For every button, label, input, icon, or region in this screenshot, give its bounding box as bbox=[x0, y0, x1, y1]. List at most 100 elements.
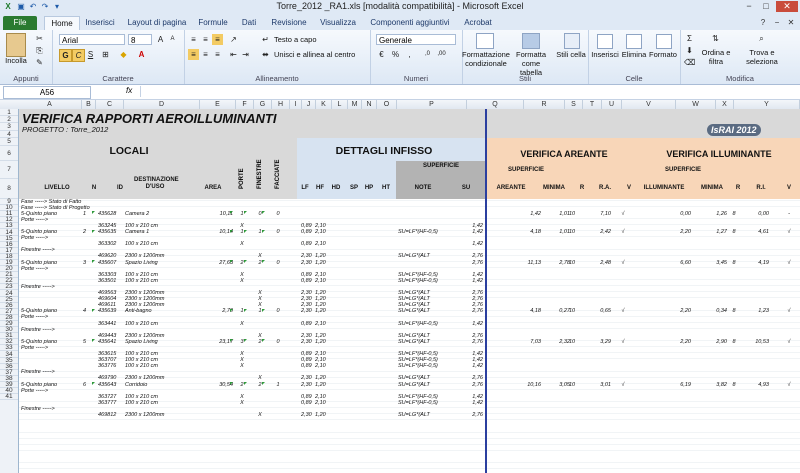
column-header-B[interactable]: B bbox=[82, 100, 96, 109]
column-header-E[interactable]: E bbox=[200, 100, 236, 109]
cell-r11-E[interactable]: 10,11 bbox=[197, 211, 233, 217]
cell-r27-K[interactable]: 1,20 bbox=[315, 308, 331, 314]
column-header-U[interactable]: U bbox=[602, 100, 622, 109]
cell-r39-RA[interactable]: 3,01 bbox=[583, 382, 611, 388]
decrease-decimal-icon[interactable]: ,00 bbox=[436, 49, 447, 60]
cell-r32-J[interactable]: 2,30 bbox=[301, 339, 315, 345]
cell-r14-V[interactable]: √ bbox=[618, 229, 628, 235]
cell-r19-V[interactable]: √ bbox=[618, 260, 628, 266]
cell-r28-A[interactable]: Porte -----> bbox=[21, 314, 81, 320]
align-middle-icon[interactable]: ≡ bbox=[200, 34, 211, 45]
thousands-icon[interactable]: , bbox=[404, 49, 415, 60]
cell-r17-A[interactable]: Finestre -----> bbox=[21, 247, 81, 253]
tab-layout[interactable]: Layout di pagina bbox=[124, 16, 190, 30]
cell-r14-R[interactable]: 10 bbox=[567, 229, 577, 235]
cell-r39-H[interactable]: 1 bbox=[273, 382, 283, 388]
cell-r18-C[interactable]: 469620 bbox=[98, 253, 122, 259]
cell-r11-Rm[interactable]: 1,01 bbox=[524, 211, 570, 217]
cell-r11-H[interactable]: 0 bbox=[273, 211, 283, 217]
cell-r26-G[interactable]: X bbox=[255, 302, 265, 308]
shrink-font-icon[interactable]: A bbox=[167, 34, 178, 45]
cell-r39-A[interactable]: 5-Quinto piano bbox=[21, 382, 81, 388]
cell-r26-P[interactable]: 2,76 bbox=[449, 302, 483, 308]
cell-r36-P[interactable]: 1,42 bbox=[449, 363, 483, 369]
cell-r32-V[interactable]: √ bbox=[618, 339, 628, 345]
cell-r42-K[interactable]: 2,10 bbox=[315, 400, 331, 406]
cell-r39-V[interactable]: √ bbox=[618, 382, 628, 388]
fill-color-icon[interactable]: ◆ bbox=[118, 49, 129, 60]
cell-r10-A[interactable]: Fase -----> Stato di Progetto bbox=[21, 205, 90, 211]
cell-r27-Y[interactable]: 1,23 bbox=[739, 308, 769, 314]
cell-r42-P[interactable]: 1,42 bbox=[449, 400, 483, 406]
cell-r34-C[interactable]: 363615 bbox=[98, 351, 122, 357]
cell-r27-J[interactable]: 2,30 bbox=[301, 308, 315, 314]
insert-cells-button[interactable]: Inserisci bbox=[590, 50, 620, 59]
cell-r27-E[interactable]: 2,70 bbox=[197, 308, 233, 314]
help-icon[interactable]: ? bbox=[758, 18, 768, 28]
cell-r32-RA[interactable]: 3,29 bbox=[583, 339, 611, 345]
row-header-3[interactable]: 3 bbox=[0, 123, 18, 131]
cell-r14-Rm[interactable]: 1,01 bbox=[524, 229, 570, 235]
column-header-Q[interactable]: Q bbox=[467, 100, 524, 109]
cell-r38-K[interactable]: 1,20 bbox=[315, 375, 331, 381]
cell-r22-F[interactable]: X bbox=[237, 278, 247, 284]
cell-r25-D[interactable]: 2300 x 1200mm bbox=[125, 296, 195, 302]
cell-r35-J[interactable]: 0,89 bbox=[301, 357, 315, 363]
cell-r13-K[interactable]: 2,10 bbox=[315, 223, 331, 229]
cell-r14-Z[interactable]: √ bbox=[784, 229, 794, 235]
cell-r31-P[interactable]: 2,76 bbox=[449, 333, 483, 339]
format-cells-icon[interactable] bbox=[656, 34, 672, 49]
tab-home[interactable]: Home bbox=[44, 16, 80, 31]
cell-r27-R[interactable]: 10 bbox=[567, 308, 577, 314]
column-header-C[interactable]: C bbox=[96, 100, 124, 109]
cell-r19-RA[interactable]: 2,48 bbox=[583, 260, 611, 266]
align-right-icon[interactable]: ≡ bbox=[212, 49, 223, 60]
column-header-N[interactable]: N bbox=[362, 100, 377, 109]
cell-r29-F[interactable]: X bbox=[237, 321, 247, 327]
cell-r40-A[interactable]: Porte -----> bbox=[21, 388, 81, 394]
cell-r32-R[interactable]: 10 bbox=[567, 339, 577, 345]
cell-r24-K[interactable]: 1,20 bbox=[315, 290, 331, 296]
cell-r27-V[interactable]: √ bbox=[618, 308, 628, 314]
tab-file[interactable]: File bbox=[3, 16, 37, 30]
cell-r34-J[interactable]: 0,89 bbox=[301, 351, 315, 357]
cell-r41-D[interactable]: 100 x 210 cm bbox=[125, 394, 195, 400]
cell-r42-C[interactable]: 363777 bbox=[98, 400, 122, 406]
cell-r11-Z[interactable]: - bbox=[784, 211, 794, 217]
cell-r13-P[interactable]: 1,42 bbox=[449, 223, 483, 229]
number-format-combo[interactable]: Generale bbox=[376, 34, 456, 45]
cell-r27-P[interactable]: 2,76 bbox=[449, 308, 483, 314]
cell-r19-U[interactable]: 6,60 bbox=[649, 260, 691, 266]
cell-r35-C[interactable]: 363707 bbox=[98, 357, 122, 363]
cell-r31-K[interactable]: 1,20 bbox=[315, 333, 331, 339]
cell-r32-P[interactable]: 2,76 bbox=[449, 339, 483, 345]
cell-r29-C[interactable]: 363441 bbox=[98, 321, 122, 327]
format-table-button[interactable]: Formatta come tabella bbox=[510, 50, 552, 77]
cell-r27-D[interactable]: Anti-bagno bbox=[125, 308, 195, 314]
cell-r31-G[interactable]: X bbox=[255, 333, 265, 339]
cell-r19-Rm[interactable]: 2,78 bbox=[524, 260, 570, 266]
cell-r35-K[interactable]: 2,10 bbox=[315, 357, 331, 363]
cell-r11-A[interactable]: 5-Quinto piano bbox=[21, 211, 81, 217]
cell-r22-C[interactable]: 363501 bbox=[98, 278, 122, 284]
name-box[interactable]: A56 bbox=[3, 86, 91, 99]
cell-r35-P[interactable]: 1,42 bbox=[449, 357, 483, 363]
conditional-format-icon[interactable] bbox=[476, 33, 494, 49]
cell-r26-K[interactable]: 1,20 bbox=[315, 302, 331, 308]
merge-icon[interactable]: ⬌ bbox=[260, 49, 271, 60]
clear-icon[interactable]: ⌫ bbox=[684, 57, 695, 68]
row-header-41[interactable]: 41 bbox=[0, 393, 18, 401]
cell-r19-H[interactable]: 0 bbox=[273, 260, 283, 266]
decrease-indent-icon[interactable]: ⇤ bbox=[228, 49, 239, 60]
column-header-Y[interactable]: Y bbox=[734, 100, 800, 109]
tab-formule[interactable]: Formule bbox=[195, 16, 231, 30]
column-header-M[interactable]: M bbox=[348, 100, 362, 109]
cell-r19-Z[interactable]: √ bbox=[784, 260, 794, 266]
column-header-G[interactable]: G bbox=[254, 100, 272, 109]
cell-r24-D[interactable]: 2300 x 1200mm bbox=[125, 290, 195, 296]
tab-revisione[interactable]: Revisione bbox=[268, 16, 310, 30]
tab-acrobat[interactable]: Acrobat bbox=[460, 16, 496, 30]
column-header-L[interactable]: L bbox=[332, 100, 348, 109]
cell-r38-C[interactable]: 469790 bbox=[98, 375, 122, 381]
cell-r21-K[interactable]: 2,10 bbox=[315, 272, 331, 278]
